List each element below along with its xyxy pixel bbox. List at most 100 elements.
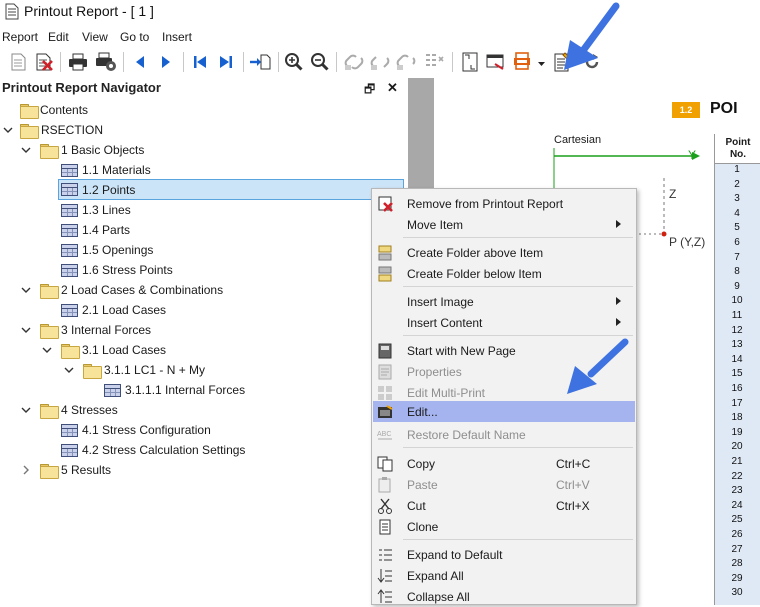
chevron-down-icon[interactable] bbox=[2, 124, 14, 136]
zoom-in-icon[interactable] bbox=[282, 50, 306, 74]
new-report-icon[interactable] bbox=[6, 50, 30, 74]
print-icon[interactable] bbox=[66, 50, 90, 74]
table-icon bbox=[61, 303, 78, 317]
tree-item-stresses[interactable]: 4 Stresses bbox=[40, 400, 118, 420]
tree-item-contents[interactable]: Contents bbox=[20, 100, 88, 120]
menu-go-to[interactable]: Go to bbox=[120, 30, 149, 44]
chevron-down-icon[interactable] bbox=[63, 364, 75, 376]
tree-item-load-cases-combinations[interactable]: 2 Load Cases & Combinations bbox=[40, 280, 223, 300]
folder-above-icon bbox=[378, 245, 392, 261]
tree-item-points[interactable]: 1.2 Points bbox=[58, 179, 404, 200]
first-page-icon[interactable] bbox=[188, 50, 212, 74]
menu-bar: Report Edit View Go to Insert bbox=[0, 27, 760, 45]
tree-item-stress-configuration[interactable]: 4.1 Stress Configuration bbox=[61, 420, 211, 440]
chevron-down-icon[interactable] bbox=[20, 144, 32, 156]
delete-report-icon[interactable] bbox=[32, 50, 56, 74]
export-dropdown-icon[interactable] bbox=[538, 60, 546, 68]
report-document-icon bbox=[5, 3, 19, 20]
folder-below-icon bbox=[378, 266, 392, 282]
close-icon[interactable]: ✕ bbox=[387, 80, 398, 96]
menu-item-insert-content[interactable]: Insert Content bbox=[373, 312, 635, 333]
zoom-out-icon[interactable] bbox=[308, 50, 332, 74]
tree-item-results[interactable]: 5 Results bbox=[40, 460, 111, 480]
go-to-page-icon[interactable] bbox=[248, 50, 272, 74]
restore-name-icon: ABC bbox=[377, 431, 392, 440]
menu-item-expand-to-default[interactable]: Expand to Default bbox=[373, 544, 635, 565]
next-icon[interactable] bbox=[154, 50, 178, 74]
chevron-down-icon[interactable] bbox=[20, 404, 32, 416]
tree-item-lc1-internal-forces[interactable]: 3.1.1.1 Internal Forces bbox=[104, 380, 245, 400]
grid-icon[interactable] bbox=[422, 50, 446, 74]
chevron-down-icon[interactable] bbox=[20, 324, 32, 336]
tree-item-lc1[interactable]: 3.1.1 LC1 - N + My bbox=[83, 360, 205, 380]
tree-item-lines[interactable]: 1.3 Lines bbox=[61, 200, 131, 220]
chevron-down-icon[interactable] bbox=[20, 284, 32, 296]
table-icon bbox=[61, 443, 78, 457]
point-number-cell: 13 bbox=[731, 339, 743, 351]
menu-item-insert-image[interactable]: Insert Image bbox=[373, 291, 635, 312]
table-icon bbox=[61, 203, 78, 217]
table-icon bbox=[61, 163, 78, 177]
link-icon[interactable] bbox=[342, 50, 366, 74]
tree-item-openings[interactable]: 1.5 Openings bbox=[61, 240, 153, 260]
page-setup-icon[interactable] bbox=[458, 50, 482, 74]
tree-item-stress-points[interactable]: 1.6 Stress Points bbox=[61, 260, 173, 280]
menu-report[interactable]: Report bbox=[2, 30, 38, 44]
point-number-cell: 16 bbox=[731, 383, 743, 394]
toolbar bbox=[0, 2, 760, 122]
menu-item-create-folder-above[interactable]: Create Folder above Item bbox=[373, 242, 635, 263]
pin-icon[interactable]: 🗗 bbox=[364, 80, 375, 101]
tree-item-parts[interactable]: 1.4 Parts bbox=[61, 220, 130, 240]
menu-view[interactable]: View bbox=[82, 30, 108, 44]
tree-item-internal-forces-load-cases[interactable]: 3.1 Load Cases bbox=[61, 340, 166, 360]
submenu-arrow-icon bbox=[616, 220, 621, 228]
printout-report-navigator: Printout Report Navigator 🗗 ✕ Contents R… bbox=[0, 78, 408, 605]
point-number-cell: 25 bbox=[731, 514, 743, 526]
clone-icon bbox=[379, 519, 391, 535]
menu-item-copy[interactable]: Copy Ctrl+C bbox=[373, 453, 635, 474]
point-number-cell: 30 bbox=[731, 587, 743, 599]
point-number-cell: 7 bbox=[734, 251, 740, 263]
last-page-icon[interactable] bbox=[214, 50, 238, 74]
menu-item-paste[interactable]: Paste Ctrl+V bbox=[373, 474, 635, 495]
menu-item-collapse-all[interactable]: Collapse All bbox=[373, 586, 635, 607]
chevron-down-icon[interactable] bbox=[41, 344, 53, 356]
collapse-all-icon bbox=[377, 589, 392, 603]
tree-item-materials[interactable]: 1.1 Materials bbox=[61, 160, 151, 180]
diagram-y-axis-label: Y bbox=[688, 148, 697, 162]
menu-item-move-item[interactable]: Move Item bbox=[373, 214, 635, 235]
point-number-cell: 28 bbox=[731, 558, 743, 570]
tree-item-internal-forces[interactable]: 3 Internal Forces bbox=[40, 320, 151, 340]
annotation-arrow-menu bbox=[567, 338, 629, 394]
export-icon[interactable] bbox=[510, 50, 534, 74]
tree-item-basic-objects[interactable]: 1 Basic Objects bbox=[40, 140, 144, 160]
menu-item-clone[interactable]: Clone bbox=[373, 516, 635, 537]
diagram-point-label: P (Y,Z) bbox=[669, 235, 706, 249]
menu-item-restore-default-name[interactable]: ABC Restore Default Name bbox=[373, 424, 635, 445]
point-number-cell: 12 bbox=[731, 324, 743, 336]
menu-item-cut[interactable]: Cut Ctrl+X bbox=[373, 495, 635, 516]
menu-edit[interactable]: Edit bbox=[48, 30, 69, 44]
folder-icon bbox=[40, 143, 59, 159]
edit-icon bbox=[378, 405, 393, 418]
previous-icon[interactable] bbox=[128, 50, 152, 74]
layout-icon[interactable] bbox=[484, 50, 508, 74]
tree-item-load-cases[interactable]: 2.1 Load Cases bbox=[61, 300, 166, 320]
menu-insert[interactable]: Insert bbox=[162, 30, 192, 44]
point-number-cell: 5 bbox=[734, 222, 740, 234]
point-number-column: 1 2 3 4 5 6 7 8 9 10 11 12 13 14 15 16 17 18 19 20 21 22 23 24 2… bbox=[715, 164, 760, 605]
chevron-right-icon[interactable] bbox=[20, 464, 32, 476]
tree-item-rsection[interactable]: RSECTION bbox=[20, 120, 103, 140]
menu-item-edit[interactable]: Edit... bbox=[373, 401, 635, 422]
point-number-cell: 10 bbox=[731, 295, 743, 307]
new-page-icon bbox=[378, 343, 392, 359]
tree-item-stress-calculation-settings[interactable]: 4.2 Stress Calculation Settings bbox=[61, 440, 245, 460]
unlink-icon[interactable] bbox=[368, 50, 392, 74]
table-icon bbox=[61, 263, 78, 277]
relink-icon[interactable] bbox=[394, 50, 418, 74]
menu-item-expand-all[interactable]: Expand All bbox=[373, 565, 635, 586]
print-setup-icon[interactable] bbox=[94, 50, 118, 74]
menu-item-create-folder-below[interactable]: Create Folder below Item bbox=[373, 263, 635, 284]
menu-item-remove-from-printout[interactable]: Remove from Printout Report bbox=[373, 193, 635, 214]
folder-icon bbox=[83, 363, 102, 379]
